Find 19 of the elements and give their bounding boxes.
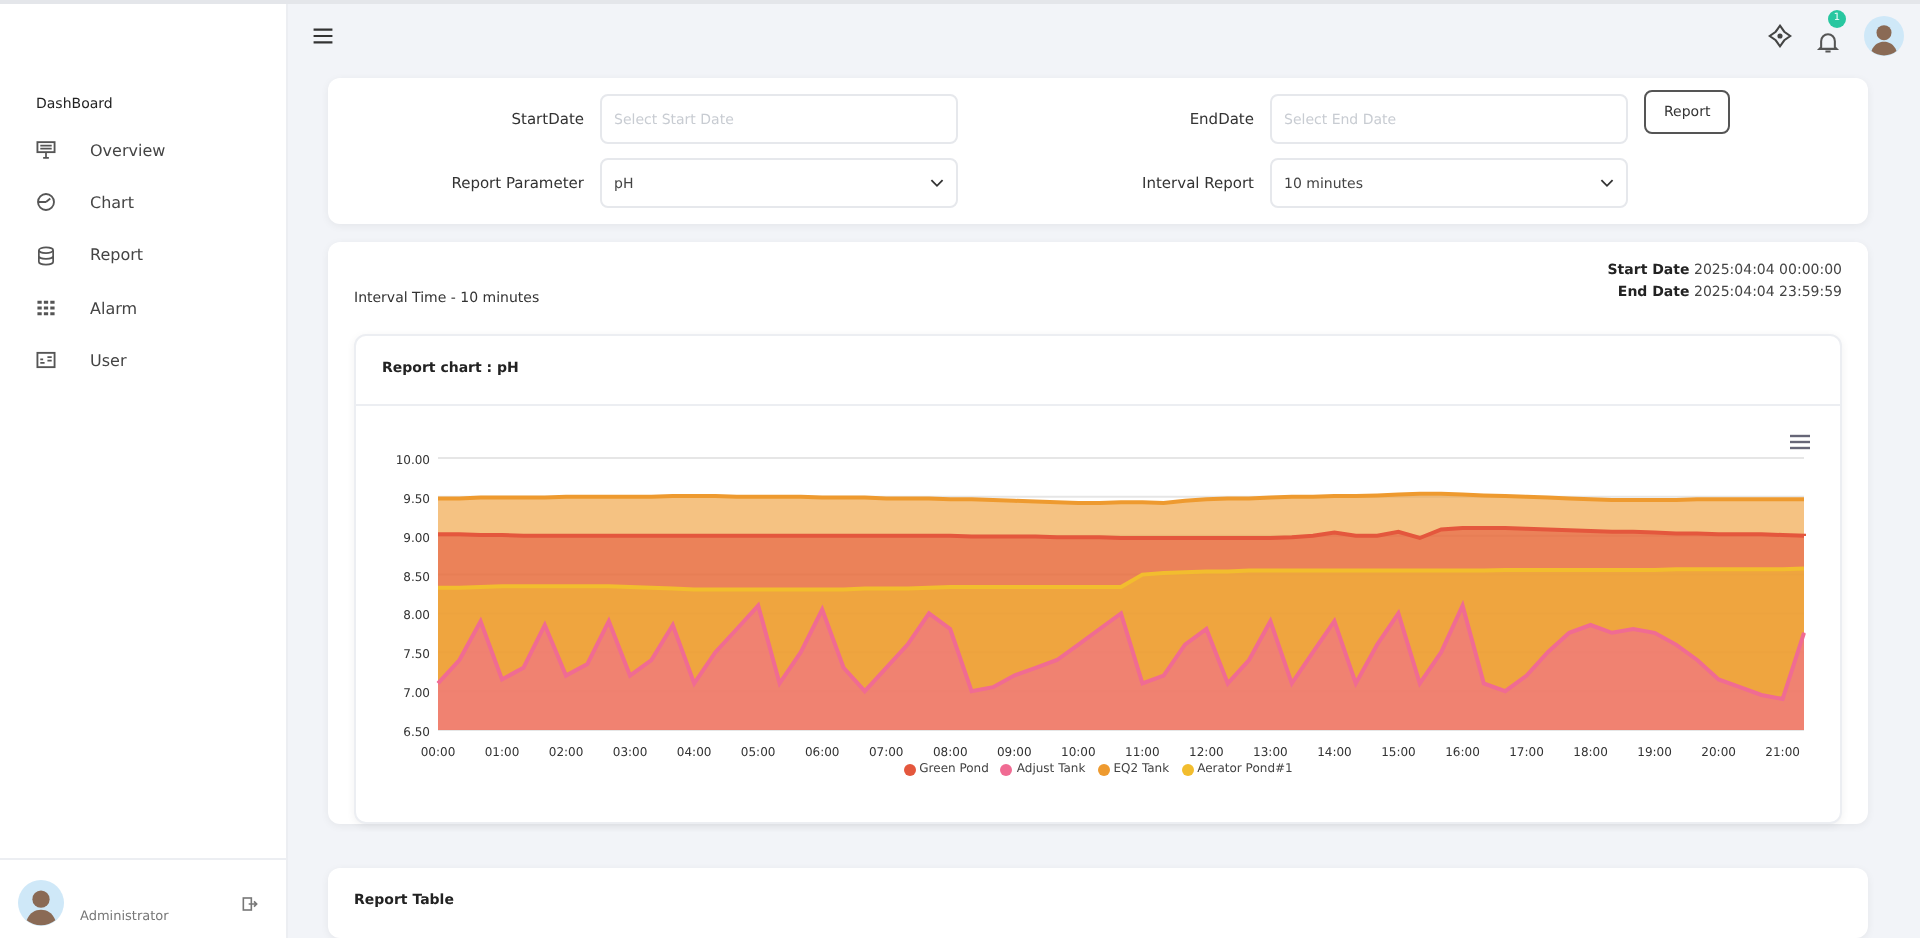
id-card-icon (36, 350, 56, 371)
sidebar-item[interactable]: Overview (0, 124, 286, 177)
avatar-icon[interactable] (18, 880, 64, 926)
menu-icon[interactable] (312, 25, 334, 45)
bell-icon[interactable] (1816, 29, 1840, 53)
database-icon (36, 245, 56, 266)
sidebar-item[interactable]: Chart (0, 176, 286, 230)
gauge-icon (36, 192, 56, 213)
chevron-down-icon (1600, 178, 1614, 188)
monitor-icon (36, 140, 56, 161)
avatar-icon[interactable] (1864, 15, 1904, 55)
grid-icon (36, 298, 56, 319)
sidebar-item[interactable]: User (0, 334, 286, 387)
sidebar-item[interactable]: Alarm (0, 281, 286, 335)
sidebar-item[interactable]: Report (0, 229, 286, 282)
crosshair-icon[interactable] (1768, 23, 1792, 47)
chart-menu-icon[interactable] (1790, 434, 1810, 450)
chevron-down-icon (930, 178, 944, 188)
exit-icon[interactable] (242, 895, 258, 911)
